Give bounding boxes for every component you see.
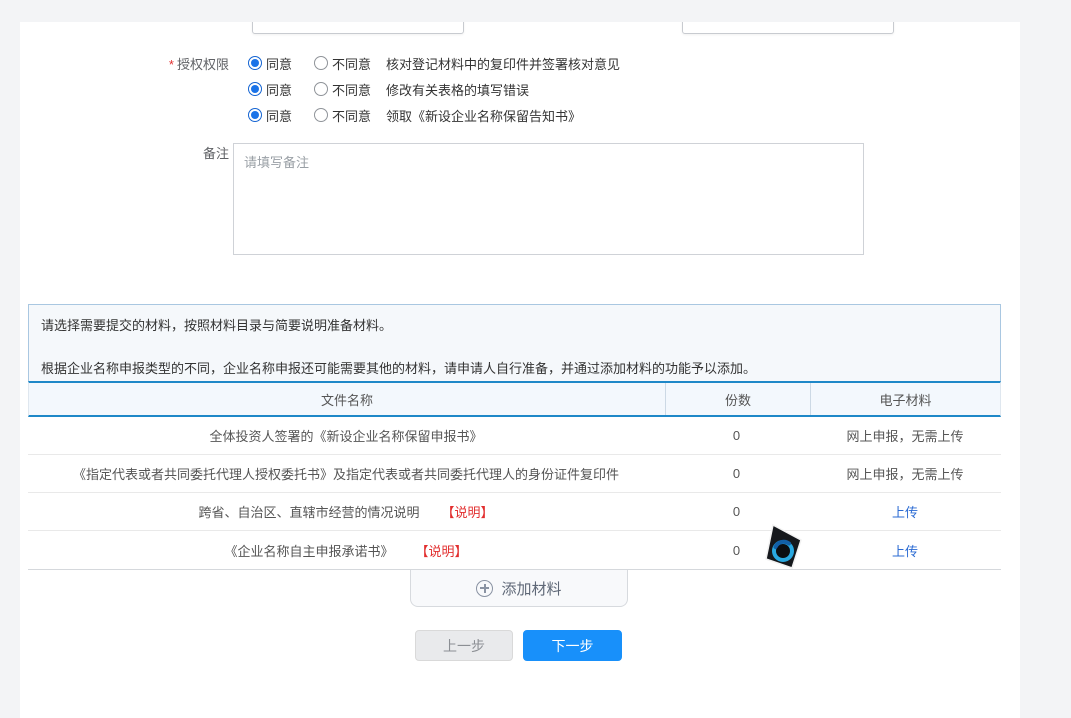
electronic-status: 网上申报，无需上传 [809,417,1001,454]
table-row: 全体投资人签署的《新设企业名称保留申报书》 0 网上申报，无需上传 [28,417,1001,455]
radio-disagree-3-label[interactable]: 不同意 [332,106,371,125]
auth-row: 同意 不同意 修改有关表格的填写错误 [20,76,1010,102]
radio-disagree-3[interactable] [314,108,328,122]
header-count: 份数 [665,383,810,415]
upload-link[interactable]: 上传 [809,493,1001,530]
radio-agree-2[interactable] [248,82,262,96]
note-link[interactable]: 【说明】 [416,541,468,560]
add-material-button[interactable]: 添加材料 [410,570,628,607]
form-card: *授权权限 同意 不同意 核对登记材料中的复印件并签署核对意见 同意 不同意 修… [20,22,1020,718]
table-row: 《指定代表或者共同委托代理人授权委托书》及指定代表或者共同委托代理人的身份证件复… [28,455,1001,493]
required-asterisk: * [169,57,174,72]
copies-count: 0 [664,455,809,492]
auth-row: 同意 不同意 领取《新设企业名称保留告知书》 [20,102,1010,128]
radio-agree-3[interactable] [248,108,262,122]
file-name: 全体投资人签署的《新设企业名称保留申报书》 [209,426,482,445]
auth-desc-3: 领取《新设企业名称保留告知书》 [386,106,581,125]
note-link[interactable]: 【说明】 [442,502,494,521]
plus-circle-icon [476,580,493,597]
file-name: 跨省、自治区、直辖市经营的情况说明 [198,502,419,521]
radio-disagree-1[interactable] [314,56,328,70]
auth-desc-1: 核对登记材料中的复印件并签署核对意见 [386,54,620,73]
remark-label: 备注 [20,143,229,162]
prev-step-button[interactable]: 上一步 [415,630,513,661]
remark-textarea[interactable] [233,143,864,255]
materials-table-header: 文件名称 份数 电子材料 [28,381,1001,417]
header-file-name: 文件名称 [29,383,665,415]
radio-agree-3-label[interactable]: 同意 [266,106,292,125]
radio-disagree-2-label[interactable]: 不同意 [332,80,371,99]
upload-link[interactable]: 上传 [809,531,1001,569]
table-row: 《企业名称自主申报承诺书》 【说明】 0 上传 [28,531,1001,569]
copies-count: 0 [664,493,809,530]
notice-line-2: 根据企业名称申报类型的不同，企业名称申报还可能需要其他的材料，请申请人自行准备，… [41,358,988,377]
radio-agree-1-label[interactable]: 同意 [266,54,292,73]
table-row: 跨省、自治区、直辖市经营的情况说明 【说明】 0 上传 [28,493,1001,531]
authorization-section: *授权权限 同意 不同意 核对登记材料中的复印件并签署核对意见 同意 不同意 修… [20,50,1010,128]
add-material-label: 添加材料 [501,578,561,599]
partial-input-left[interactable] [252,22,464,34]
radio-agree-2-label[interactable]: 同意 [266,80,292,99]
next-step-button[interactable]: 下一步 [523,630,622,661]
copies-count: 0 [664,531,809,569]
copies-count: 0 [664,417,809,454]
file-name: 《指定代表或者共同委托代理人授权委托书》及指定代表或者共同委托代理人的身份证件复… [73,464,619,483]
notice-line-1: 请选择需要提交的材料，按照材料目录与简要说明准备材料。 [41,315,988,334]
auth-desc-2: 修改有关表格的填写错误 [386,80,529,99]
partial-input-right[interactable] [682,22,894,34]
materials-notice: 请选择需要提交的材料，按照材料目录与简要说明准备材料。 根据企业名称申报类型的不… [28,304,1001,381]
auth-row: *授权权限 同意 不同意 核对登记材料中的复印件并签署核对意见 [20,50,1010,76]
electronic-status: 网上申报，无需上传 [809,455,1001,492]
radio-agree-1[interactable] [248,56,262,70]
radio-disagree-1-label[interactable]: 不同意 [332,54,371,73]
header-electronic: 电子材料 [810,383,1000,415]
file-name: 《企业名称自主申报承诺书》 [224,541,393,560]
auth-field-label: *授权权限 [20,54,229,73]
radio-disagree-2[interactable] [314,82,328,96]
materials-table-body: 全体投资人签署的《新设企业名称保留申报书》 0 网上申报，无需上传 《指定代表或… [28,417,1001,569]
